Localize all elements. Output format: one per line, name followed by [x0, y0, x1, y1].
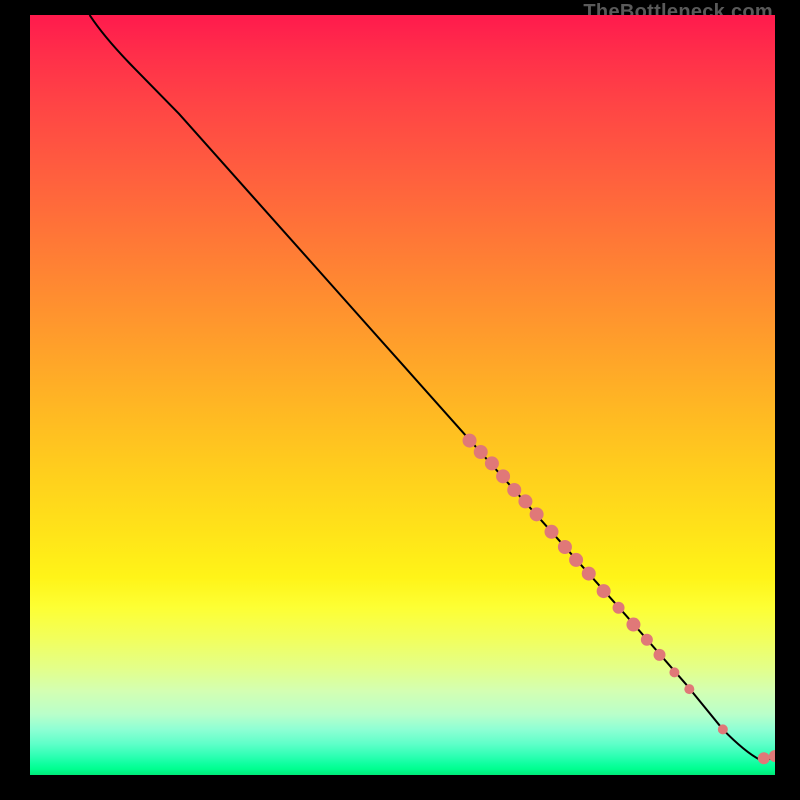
- chart-svg: [30, 15, 775, 775]
- data-point: [626, 618, 640, 632]
- data-point: [758, 752, 770, 764]
- data-point: [474, 445, 488, 459]
- data-point: [654, 649, 666, 661]
- plot-area: [30, 15, 775, 775]
- data-point: [496, 469, 510, 483]
- data-point: [769, 750, 775, 762]
- data-point: [597, 584, 611, 598]
- data-point: [613, 602, 625, 614]
- data-point: [507, 483, 521, 497]
- data-point: [641, 634, 653, 646]
- data-point: [669, 667, 679, 677]
- data-point: [485, 456, 499, 470]
- data-point: [518, 494, 532, 508]
- data-point: [558, 540, 572, 554]
- data-point: [569, 553, 583, 567]
- data-point: [582, 567, 596, 581]
- chart-container: TheBottleneck.com: [30, 15, 775, 775]
- curve-line: [90, 15, 775, 760]
- data-point: [530, 507, 544, 521]
- data-point: [718, 724, 728, 734]
- data-point: [463, 434, 477, 448]
- data-point: [684, 684, 694, 694]
- data-point: [545, 525, 559, 539]
